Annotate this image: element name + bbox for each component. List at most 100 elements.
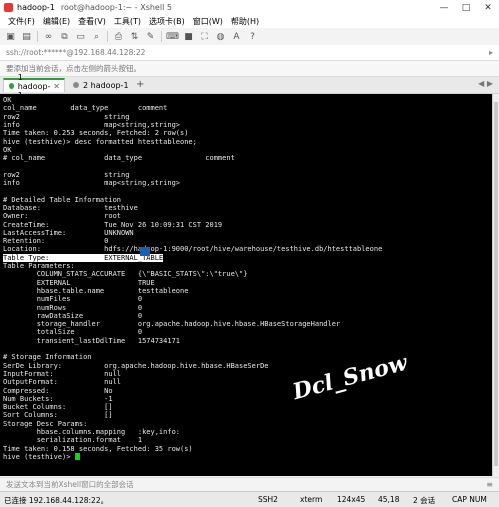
terminal-line: COLUMN_STATS_ACCURATE {\"BASIC_STATS\":\…: [3, 270, 248, 279]
protocol-status: SSH2: [258, 495, 278, 504]
help-icon[interactable]: ?: [247, 31, 258, 42]
terminal-type: xterm: [300, 495, 323, 504]
terminal-line: hive (testhive)>: [3, 452, 80, 461]
terminal-line: hive (testhive)> desc formatted htesttab…: [3, 137, 197, 146]
terminal-line: OK: [3, 96, 12, 104]
xshell-logo-icon: [4, 3, 13, 12]
close-button[interactable]: ✕: [477, 0, 499, 15]
menu-window[interactable]: 窗口(W): [193, 16, 223, 27]
new-tab-button[interactable]: +: [136, 79, 144, 90]
tab-navigation-arrows[interactable]: ◀ ▶: [478, 79, 493, 88]
compose-bar[interactable]: 发送文本到当前Xshell窗口的全部会话 ≡: [0, 477, 499, 491]
status-bar: 已连接 192.168.44.128:22。 SSH2 xterm 124x45…: [0, 491, 499, 507]
terminal-line: # Detailed Table Information: [3, 195, 122, 204]
tab-hadoop-1-second[interactable]: 2 hadoop-1: [68, 78, 130, 92]
open-folder-icon[interactable]: ▤: [21, 31, 32, 42]
tab-close-icon[interactable]: ✕: [53, 82, 60, 91]
terminal-line: serialization.format 1: [3, 436, 143, 445]
window-title: hadoop-1: [17, 3, 55, 12]
keyboard-lock-status: CAP NUM: [452, 495, 487, 504]
new-session-icon[interactable]: ▣: [5, 31, 16, 42]
paste-icon[interactable]: ▭: [75, 31, 86, 42]
terminal-line: InputFormat: null: [3, 369, 122, 378]
maximize-button[interactable]: □: [455, 0, 477, 15]
menu-help[interactable]: 帮助(H): [231, 16, 259, 27]
menu-tabs[interactable]: 选项卡(B): [149, 16, 185, 27]
font-icon[interactable]: A: [231, 31, 242, 42]
terminal-line: # col_name data_type comment: [3, 154, 235, 163]
terminal-line: Compressed: No: [3, 386, 113, 395]
terminal-scrollbar[interactable]: [492, 94, 499, 476]
terminal-line: LastAccessTime: UNKNOWN: [3, 228, 134, 237]
terminal-line: totalSize 0: [3, 328, 143, 337]
title-bar: hadoop-1 root@hadoop-1:~ - Xshell 5 — □ …: [0, 0, 499, 15]
compose-input[interactable]: 发送文本到当前Xshell窗口的全部会话: [6, 479, 134, 490]
toolbar-divider: [37, 31, 38, 42]
session-count: 2 会话: [413, 496, 436, 505]
terminal-line: storage_handler org.apache.hadoop.hive.h…: [3, 320, 341, 329]
terminal-line: OutputFormat: null: [3, 378, 122, 387]
terminal-line: Owner: root: [3, 212, 122, 221]
terminal-line: info map<string,string>: [3, 120, 181, 129]
copy-icon[interactable]: ⧉: [59, 31, 70, 42]
terminal-line: Location: hdfs://hadoop-1:9000/root/hive…: [3, 245, 383, 254]
terminal-line: row2 string: [3, 112, 130, 121]
terminal-line: row2 string: [3, 170, 130, 179]
menu-file[interactable]: 文件(F): [8, 16, 35, 27]
terminal-line: Bucket Columns: []: [3, 403, 113, 412]
scrollbar-thumb[interactable]: [494, 102, 498, 466]
terminal-line: numRows 0: [3, 303, 143, 312]
terminal-line: Num Buckets: -1: [3, 394, 113, 403]
status-dot-icon: [73, 82, 79, 88]
find-icon[interactable]: ⌕: [91, 31, 102, 42]
toolbar: ▣ ▤ ∞ ⧉ ▭ ⌕ ⎙ ⇅ ✎ ⌨ ■ ⛶ ◍ A ?: [0, 28, 499, 46]
compose-icon[interactable]: ✎: [145, 31, 156, 42]
compose-menu-icon[interactable]: ≡: [486, 480, 493, 489]
menu-tools[interactable]: 工具(T): [114, 16, 141, 27]
menu-edit[interactable]: 编辑(E): [43, 16, 70, 27]
window-subtitle: root@hadoop-1:~ - Xshell 5: [60, 3, 172, 12]
status-dot-icon: [9, 83, 14, 89]
terminal-line: info map<string,string>: [3, 179, 181, 187]
minimize-button[interactable]: —: [433, 0, 455, 15]
terminal-line: transient_lastDdlTime 1574734171: [3, 336, 181, 345]
menu-view[interactable]: 查看(V): [78, 16, 106, 27]
terminal-line: CreateTime: Tue Nov 26 10:09:31 CST 2019: [3, 220, 223, 229]
terminal-line: hbase.columns.mapping :key,info:: [3, 428, 181, 436]
address-go-icon[interactable]: ▸: [489, 48, 493, 57]
lock-icon[interactable]: ■: [183, 31, 194, 42]
terminal-line: Database: testhive: [3, 203, 138, 212]
terminal-output[interactable]: OK col_name data_type comment row2 string i…: [0, 94, 492, 476]
tab-bar: 1 hadoop-1 ✕ 2 hadoop-1 + ◀ ▶: [0, 73, 499, 100]
fullscreen-icon[interactable]: ⛶: [199, 31, 210, 42]
terminal-line: hbase.table.name testtableone: [3, 286, 189, 295]
keyboard-icon[interactable]: ⌨: [166, 31, 179, 42]
terminal-line: Time taken: 0.253 seconds, Fetched: 2 ro…: [3, 129, 189, 138]
terminal-line: OK: [3, 145, 12, 154]
cursor-position: 45,18: [378, 495, 400, 504]
terminal-line: EXTERNAL TRUE: [3, 278, 155, 287]
session-hint-bar: 要添加当前会话，点击左侧的箭头按钮。: [0, 61, 499, 77]
terminal-line: Table Parameters:: [3, 262, 75, 270]
tab-label: 2 hadoop-1: [83, 80, 129, 90]
toolbar-divider: [161, 31, 162, 42]
terminal-line: # Storage Information: [3, 353, 92, 362]
connection-status: 已连接 192.168.44.128:22。: [4, 496, 109, 505]
link-icon[interactable]: ∞: [43, 31, 54, 42]
terminal-line: Time taken: 0.158 seconds, Fetched: 35 r…: [3, 444, 193, 453]
sftp-icon[interactable]: ⇅: [129, 31, 140, 42]
session-address: ssh://root:******@192.168.44.128:22: [6, 48, 146, 57]
terminal-line: numFiles 0: [3, 295, 143, 304]
terminal-line: Retention: 0: [3, 237, 109, 246]
window-controls: — □ ✕: [433, 0, 499, 15]
terminal-line: rawDataSize 0: [3, 311, 143, 320]
terminal-line: SerDe Library: org.apache.hadoop.hive.hb…: [3, 361, 269, 370]
print-icon[interactable]: ⎙: [113, 31, 124, 42]
terminal-line: col_name data_type comment: [3, 104, 168, 113]
globe-icon[interactable]: ◍: [215, 31, 226, 42]
menu-bar: 文件(F) 编辑(E) 查看(V) 工具(T) 选项卡(B) 窗口(W) 帮助(…: [0, 15, 499, 28]
tab-hadoop-1-first[interactable]: 1 hadoop-1 ✕: [3, 73, 65, 100]
address-bar[interactable]: ssh://root:******@192.168.44.128:22 ▸: [0, 45, 499, 61]
terminal-size: 124x45: [337, 495, 366, 504]
terminal-cursor: [74, 452, 80, 460]
